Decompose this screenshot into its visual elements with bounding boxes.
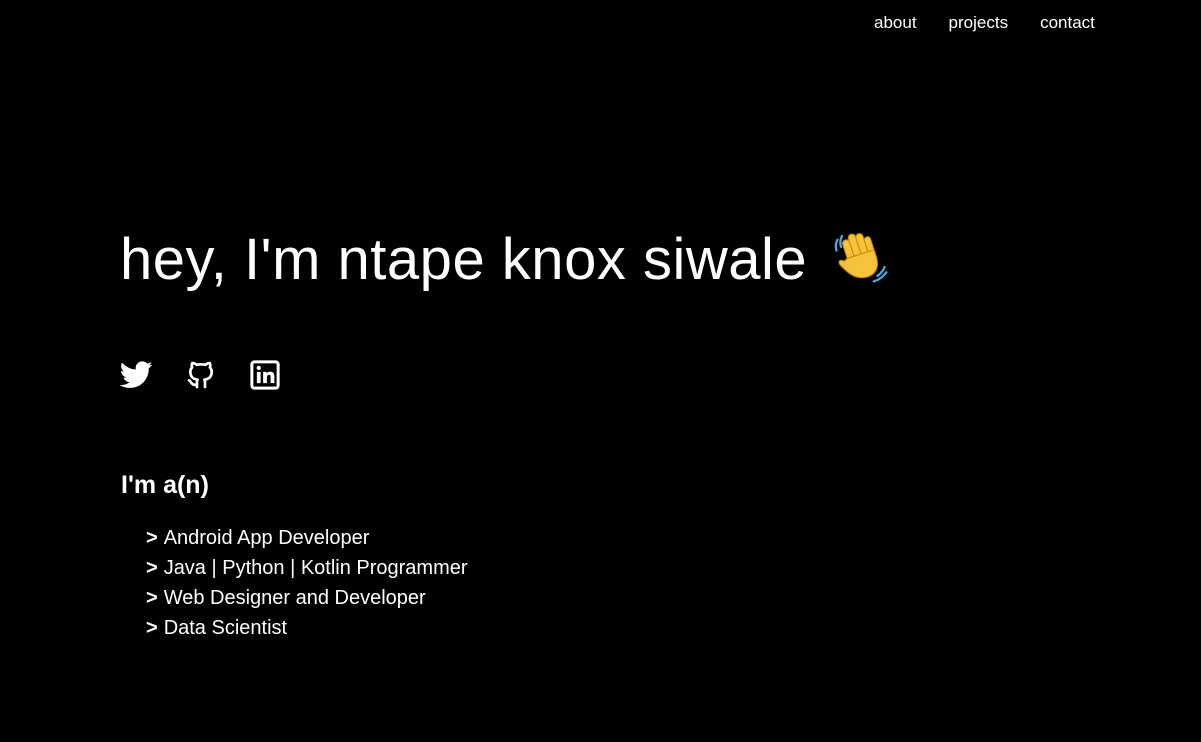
- role-text: Web Designer and Developer: [163, 587, 426, 609]
- roles-list: > Android App Developer > Java | Python | …: [146, 523, 468, 643]
- github-icon: [185, 359, 217, 391]
- portfolio-page: about projects contact hey, I'm ntape kn…: [0, 0, 1201, 742]
- role-item: > Web Designer and Developer: [146, 583, 468, 613]
- twitter-link[interactable]: [120, 359, 153, 391]
- hero-title-text: hey, I'm ntape knox siwale: [120, 227, 808, 292]
- linkedin-icon: [249, 360, 280, 390]
- twitter-icon: [120, 361, 153, 389]
- roles-heading: I'm a(n): [121, 471, 209, 499]
- social-links: [120, 359, 281, 391]
- github-link[interactable]: [184, 359, 217, 391]
- role-text: Java | Python | Kotlin Programmer: [163, 557, 468, 579]
- role-text: Data Scientist: [163, 617, 288, 639]
- role-prefix: >: [146, 587, 158, 609]
- nav-contact-link[interactable]: contact: [1040, 12, 1095, 34]
- role-prefix: >: [146, 617, 158, 639]
- linkedin-link[interactable]: [248, 359, 281, 391]
- role-item: > Java | Python | Kotlin Programmer: [146, 553, 468, 583]
- waving-hand-icon: [832, 227, 890, 285]
- role-item: > Android App Developer: [146, 523, 468, 553]
- role-item: > Data Scientist: [146, 613, 468, 643]
- nav-about-link[interactable]: about: [874, 12, 917, 34]
- nav-projects-link[interactable]: projects: [949, 12, 1009, 34]
- role-prefix: >: [146, 557, 158, 579]
- hero-heading: hey, I'm ntape knox siwale: [120, 222, 890, 298]
- role-prefix: >: [146, 527, 158, 549]
- role-text: Android App Developer: [163, 527, 370, 549]
- top-nav: about projects contact: [874, 12, 1095, 34]
